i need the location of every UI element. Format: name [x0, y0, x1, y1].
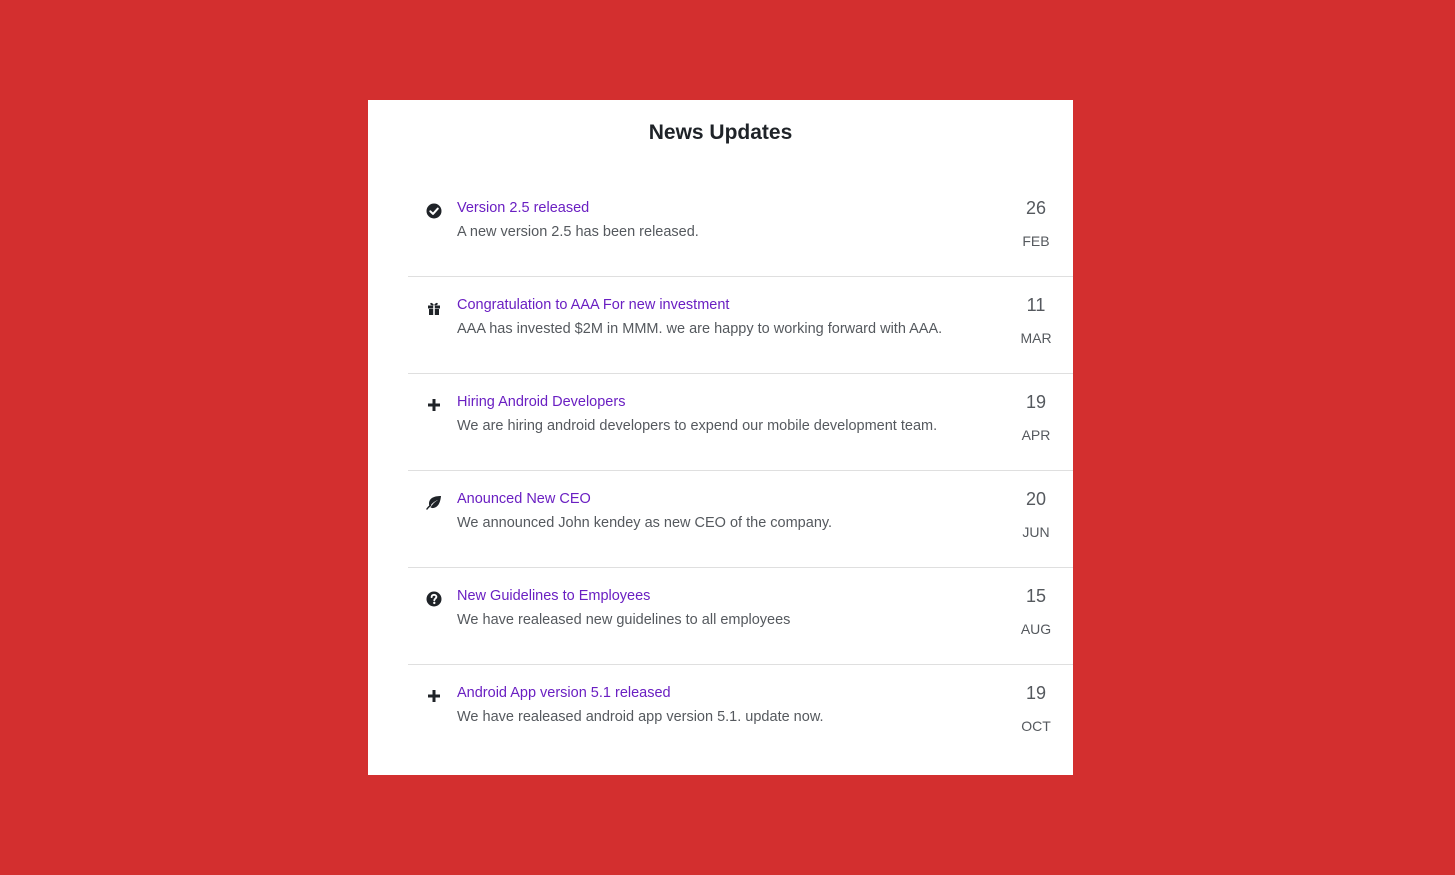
news-description: We announced John kendey as new CEO of t…: [457, 515, 833, 531]
news-title-link[interactable]: Anounced New CEO: [457, 490, 591, 508]
news-date-day: 20: [1025, 489, 1047, 509]
news-title-link[interactable]: Version 2.5 released: [457, 199, 589, 217]
news-list: Version 2.5 released A new version 2.5 h…: [408, 180, 1073, 762]
news-description: We are hiring android developers to expe…: [457, 418, 938, 434]
news-date-month: MAR: [1020, 330, 1052, 346]
news-item: Anounced New CEO We announced John kende…: [408, 471, 1073, 568]
news-date-month: OCT: [1021, 718, 1051, 734]
check-circle-icon: [426, 203, 442, 219]
news-item: Android App version 5.1 released We have…: [408, 665, 1073, 762]
leaf-icon: [426, 494, 442, 510]
news-date-day: 19: [1025, 392, 1047, 412]
question-circle-icon: [426, 591, 442, 607]
news-date-month: APR: [1021, 427, 1051, 443]
news-title-link[interactable]: Android App version 5.1 released: [457, 684, 671, 702]
card-title: News Updates: [648, 121, 793, 144]
news-title-link[interactable]: Hiring Android Developers: [457, 393, 625, 411]
news-date-day: 15: [1025, 586, 1047, 606]
news-title-link[interactable]: New Guidelines to Employees: [457, 587, 650, 605]
news-date-day: 19: [1025, 683, 1047, 703]
news-updates-card: News Updates Version 2.5 released A new …: [368, 100, 1073, 775]
news-date-month: JUN: [1022, 524, 1050, 540]
news-date-month: FEB: [1022, 233, 1050, 249]
news-description: A new version 2.5 has been released.: [457, 224, 699, 240]
plus-icon: [426, 397, 442, 413]
news-description: We have realeased android app version 5.…: [457, 709, 824, 725]
plus-icon: [426, 688, 442, 704]
news-description: We have realeased new guidelines to all …: [457, 612, 791, 628]
news-date-day: 11: [1026, 295, 1046, 315]
news-date-day: 26: [1025, 198, 1047, 218]
news-item: Version 2.5 released A new version 2.5 h…: [408, 180, 1073, 277]
news-item: Congratulation to AAA For new investment…: [408, 277, 1073, 374]
news-date-month: AUG: [1020, 621, 1052, 637]
news-item: New Guidelines to Employees We have real…: [408, 568, 1073, 665]
news-item: Hiring Android Developers We are hiring …: [408, 374, 1073, 471]
news-title-link[interactable]: Congratulation to AAA For new investment: [457, 296, 729, 314]
news-description: AAA has invested $2M in MMM. we are happ…: [457, 321, 943, 337]
gift-icon: [426, 300, 442, 316]
